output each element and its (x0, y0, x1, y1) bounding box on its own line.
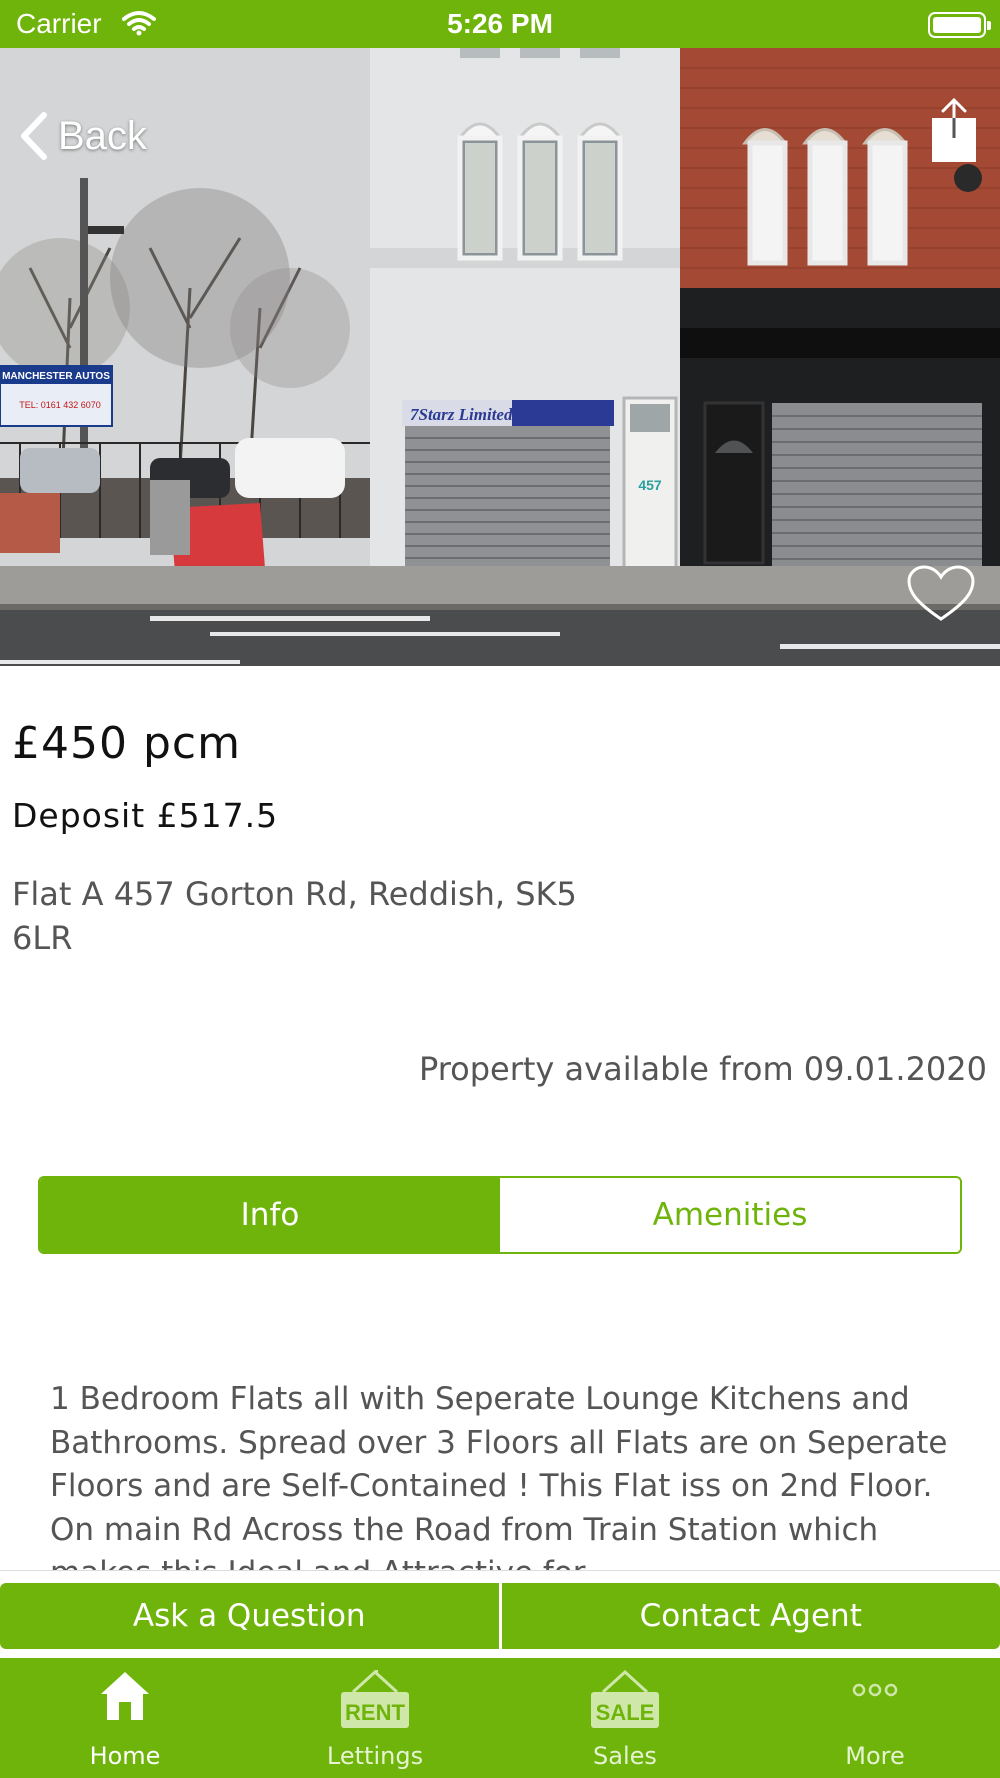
action-bar: Ask a Question Contact Agent (0, 1570, 1000, 1650)
share-icon (932, 97, 976, 162)
tab-home[interactable]: Home (0, 1658, 250, 1778)
rent-sign-text: RENT (345, 1700, 405, 1725)
status-bar: Carrier 5:26 PM (0, 0, 1000, 48)
status-time: 5:26 PM (447, 8, 553, 39)
property-description: 1 Bedroom Flats all with Seperate Lounge… (50, 1381, 948, 1574)
share-button[interactable] (930, 97, 978, 164)
tab-more[interactable]: More (750, 1658, 1000, 1778)
bottom-tab-bar: Home RENT Lettings SALE Sales More (0, 1658, 1000, 1778)
ask-question-button[interactable]: Ask a Question (0, 1583, 499, 1649)
tab-lettings-label: Lettings (326, 1742, 424, 1770)
rent-sign-icon: RENT (341, 1669, 409, 1728)
favorite-button[interactable] (906, 564, 976, 624)
dealer-phone-text: TEL: 0161 432 6070 (19, 400, 101, 410)
battery-icon (928, 12, 991, 38)
heart-icon (907, 565, 975, 621)
shop-sign-text: 7Starz Limited (410, 405, 513, 424)
sale-sign-icon: SALE (591, 1669, 659, 1728)
tab-more-label: More (845, 1742, 905, 1770)
door-number-text: 457 (638, 477, 662, 493)
contact-agent-button[interactable]: Contact Agent (501, 1583, 1000, 1649)
more-dots-icon (852, 1683, 898, 1697)
back-button[interactable]: Back (18, 106, 147, 166)
availability-label: Property available from 09.01.2020 (418, 1050, 987, 1088)
price-label: £450 pcm (12, 718, 241, 769)
tab-info[interactable]: Info (40, 1178, 500, 1252)
property-photo[interactable]: MANCHESTER AUTOS TEL: 0161 432 6070 7Sta… (0, 48, 1000, 666)
chevron-left-icon (21, 112, 47, 160)
tab-amenities[interactable]: Amenities (500, 1178, 960, 1252)
deposit-label: Deposit £517.5 (12, 796, 279, 835)
dealer-sign-text: MANCHESTER AUTOS (2, 371, 110, 382)
tab-home-label: Home (89, 1742, 161, 1770)
tab-sales-label: Sales (593, 1742, 657, 1770)
tab-sales[interactable]: SALE Sales (500, 1658, 750, 1778)
tab-lettings[interactable]: RENT Lettings (250, 1658, 500, 1778)
street-building-image: MANCHESTER AUTOS TEL: 0161 432 6070 7Sta… (0, 48, 1000, 666)
info-amenities-segmented-control: Info Amenities (38, 1176, 962, 1254)
sale-sign-text: SALE (596, 1700, 655, 1725)
back-label: Back (58, 113, 147, 158)
address-label: Flat A 457 Gorton Rd, Reddish, SK5 6LR (12, 875, 577, 957)
home-icon (101, 1672, 149, 1720)
